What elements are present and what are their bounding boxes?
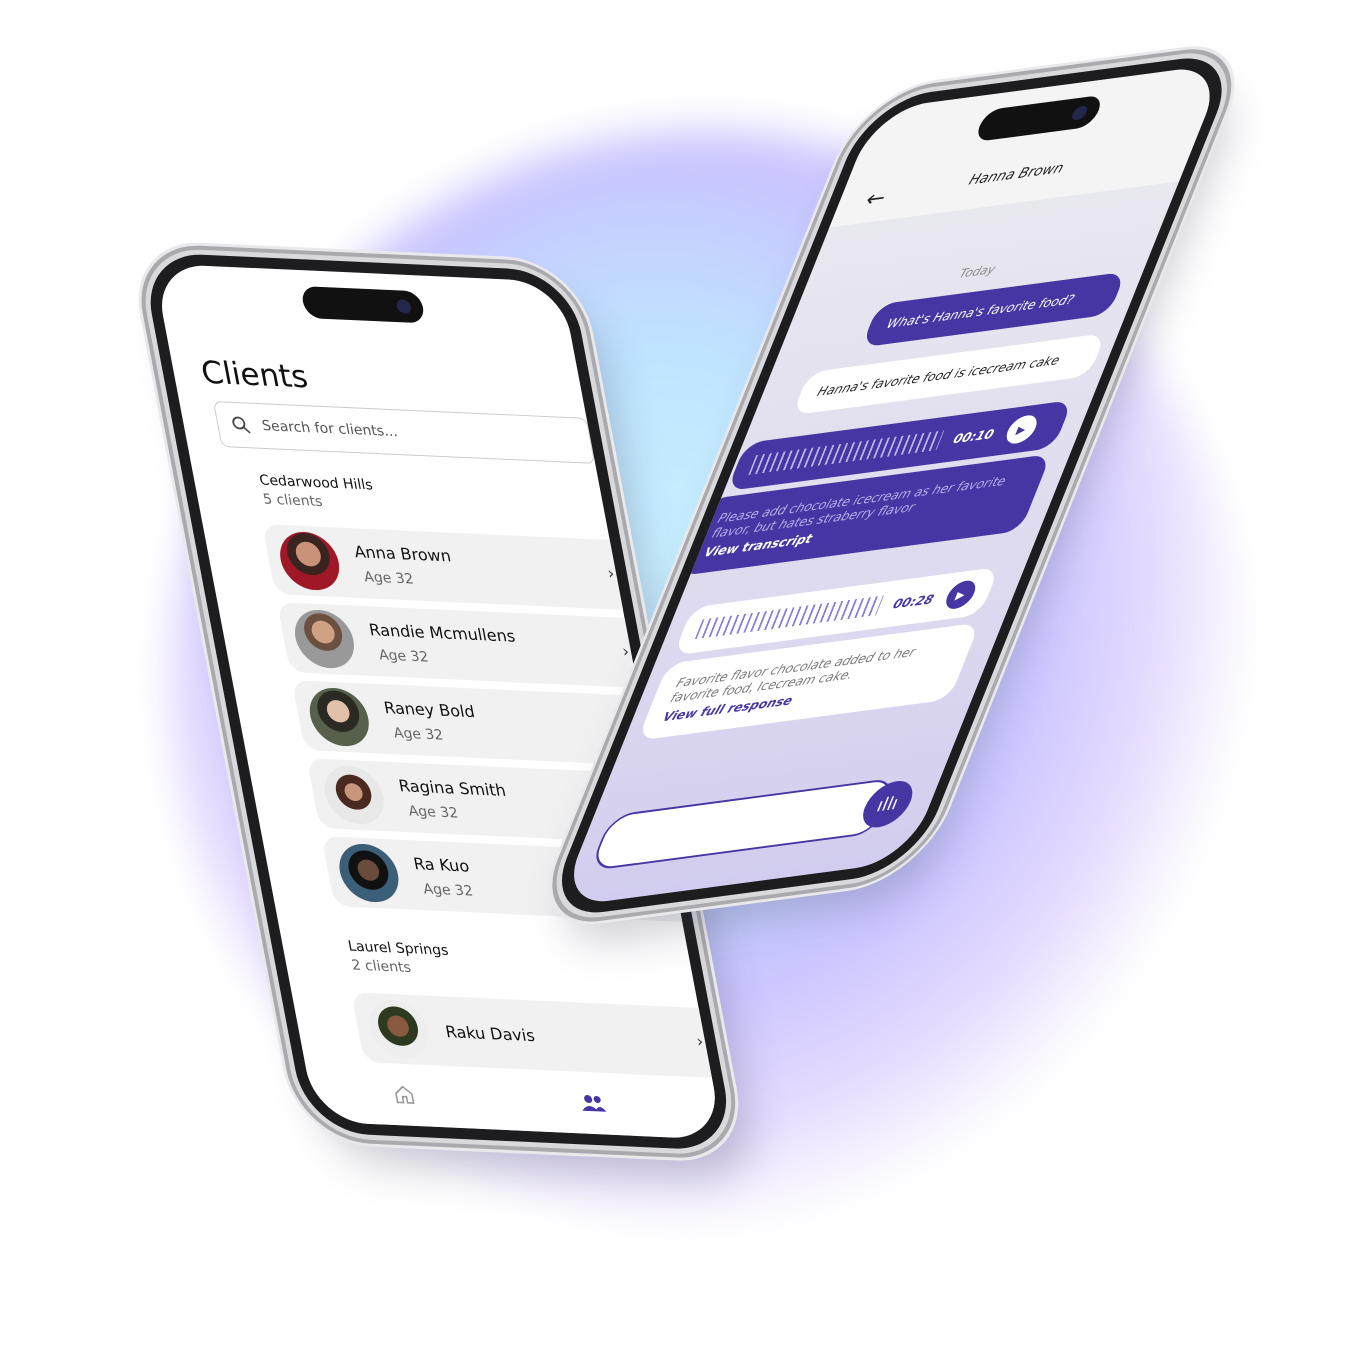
avatar (304, 686, 374, 748)
group-header: Cedarwood Hills 5 clients (258, 472, 378, 512)
waveform (748, 430, 945, 476)
page-title: Clients (198, 354, 311, 396)
avatar (289, 608, 359, 670)
client-name: Ragina Smith (396, 775, 508, 800)
avatar (319, 764, 389, 826)
group-header: Laurel Springs 2 clients (347, 938, 454, 978)
client-age: Age 32 (407, 802, 460, 822)
dynamic-island (299, 285, 426, 324)
client-name: Raney Bold (382, 697, 477, 721)
client-row[interactable]: Randie Mcmullens Age 32 › (276, 602, 670, 690)
voice-duration: 00:28 (891, 590, 937, 612)
search-input[interactable]: Search for clients... (212, 401, 596, 464)
group-count: 5 clients (261, 491, 324, 511)
client-name: Randie Mcmullens (367, 619, 517, 646)
client-age: Age 32 (421, 880, 475, 900)
group-count: 2 clients (350, 957, 413, 977)
client-age: Age 32 (377, 646, 430, 666)
chat-header (829, 63, 1227, 228)
client-name: Ra Kuo (411, 853, 471, 876)
client-name: Anna Brown (352, 541, 453, 565)
client-age: Age 32 (362, 568, 415, 588)
home-icon[interactable] (391, 1083, 417, 1106)
avatar (334, 842, 404, 904)
group-name: Laurel Springs (346, 938, 450, 959)
waveform-icon: ıllı (873, 792, 902, 817)
search-placeholder: Search for clients... (260, 418, 399, 441)
avatar (364, 998, 434, 1060)
chevron-right-icon: › (605, 563, 616, 583)
play-icon[interactable]: ▶ (941, 578, 980, 611)
play-icon[interactable]: ▶ (1002, 413, 1041, 446)
chevron-right-icon: › (694, 1031, 705, 1051)
avatar (275, 530, 345, 592)
client-row[interactable]: Anna Brown Age 32 › (262, 524, 655, 612)
waveform (694, 595, 885, 640)
voice-duration: 00:10 (951, 425, 997, 446)
group-name: Cedarwood Hills (258, 472, 375, 494)
users-icon[interactable] (578, 1093, 608, 1114)
client-name: Raku Davis (443, 1021, 537, 1045)
message-input[interactable] (588, 777, 899, 872)
search-icon (232, 416, 251, 434)
client-age: Age 32 (392, 724, 445, 744)
chevron-right-icon: › (620, 641, 631, 661)
